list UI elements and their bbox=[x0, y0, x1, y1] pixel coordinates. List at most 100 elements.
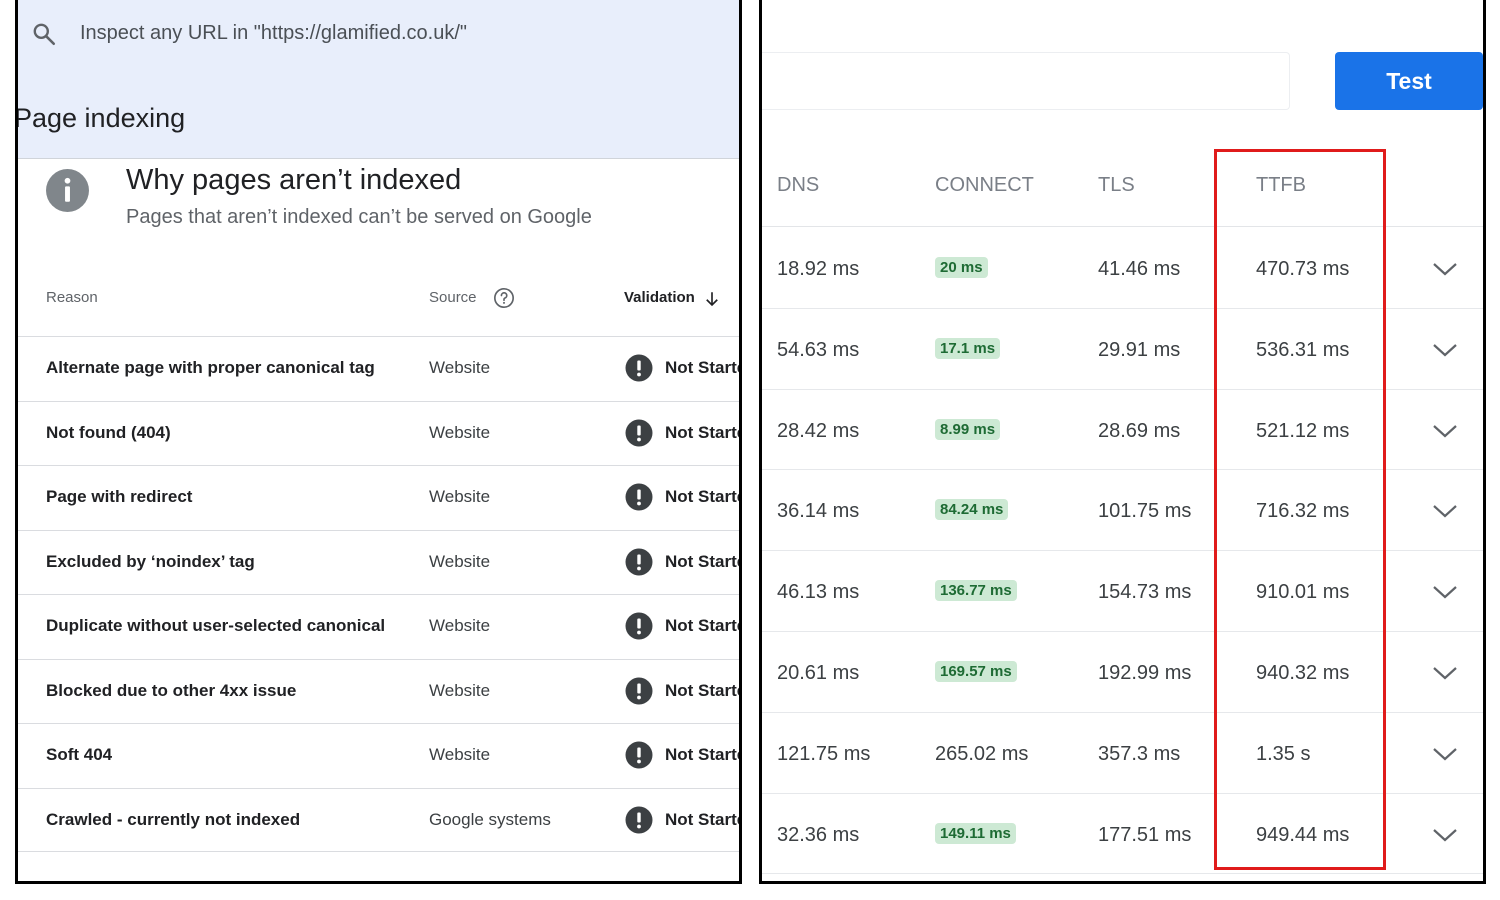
column-header-ttfb: TTFB bbox=[1256, 174, 1306, 196]
reason-cell: Soft 404 bbox=[46, 745, 113, 764]
column-header-validation[interactable]: Validation bbox=[624, 289, 695, 306]
dns-cell: 46.13 ms bbox=[777, 581, 860, 604]
table-row[interactable]: 46.13 ms 136.77 ms 154.73 ms 910.01 ms bbox=[762, 551, 1483, 632]
table-row[interactable]: 121.75 ms 265.02 ms 357.3 ms 1.35 s bbox=[762, 713, 1483, 794]
tls-cell: 101.75 ms bbox=[1098, 500, 1192, 523]
validation-status: Not Starte bbox=[665, 680, 742, 700]
chevron-down-icon[interactable] bbox=[1432, 664, 1458, 682]
chevron-down-icon[interactable] bbox=[1432, 826, 1458, 844]
dns-cell: 54.63 ms bbox=[777, 338, 860, 361]
alert-icon bbox=[625, 741, 653, 769]
chevron-down-icon[interactable] bbox=[1432, 341, 1458, 359]
table-row[interactable]: Blocked due to other 4xx issue Website N… bbox=[18, 658, 742, 724]
dns-cell: 28.42 ms bbox=[777, 419, 860, 442]
connect-cell: 17.1 ms bbox=[935, 337, 1001, 359]
section-title: Why pages aren’t indexed bbox=[126, 164, 462, 196]
chevron-down-icon[interactable] bbox=[1432, 583, 1458, 601]
source-cell: Website bbox=[429, 422, 491, 442]
validation-status: Not Starte bbox=[665, 551, 742, 571]
ttfb-cell: 536.31 ms bbox=[1256, 338, 1350, 361]
alert-icon bbox=[625, 548, 653, 575]
chevron-down-icon[interactable] bbox=[1432, 422, 1458, 440]
table-row[interactable]: Soft 404 Website Not Starte bbox=[18, 723, 739, 788]
info-icon bbox=[46, 169, 89, 212]
table-row[interactable]: 20.61 ms 169.57 ms 192.99 ms 940.32 ms bbox=[762, 632, 1483, 713]
table-row[interactable]: 18.92 ms 20 ms 41.46 ms 470.73 ms bbox=[762, 228, 1483, 309]
reason-cell: Crawled - currently not indexed bbox=[46, 809, 301, 829]
url-input[interactable] bbox=[762, 52, 1290, 110]
reason-cell: Not found (404) bbox=[46, 422, 171, 442]
table-row[interactable]: 36.14 ms 84.24 ms 101.75 ms 716.32 ms bbox=[762, 470, 1483, 552]
search-icon[interactable] bbox=[31, 21, 57, 47]
ttfb-cell: 716.32 ms bbox=[1256, 500, 1350, 523]
table-row[interactable]: Alternate page with proper canonical tag… bbox=[18, 336, 739, 401]
connect-cell: 84.24 ms bbox=[935, 499, 1009, 521]
reason-cell: Page with redirect bbox=[46, 487, 193, 506]
alert-icon bbox=[625, 612, 653, 640]
reason-cell: Blocked due to other 4xx issue bbox=[46, 680, 297, 700]
validation-status: Not Starte bbox=[665, 809, 742, 829]
header-divider bbox=[762, 226, 1483, 227]
validation-status: Not Starte bbox=[665, 616, 742, 635]
column-header-reason[interactable]: Reason bbox=[46, 289, 98, 306]
source-cell: Website bbox=[429, 551, 491, 571]
page-header: Page indexing bbox=[18, 66, 739, 159]
table-row[interactable]: 28.42 ms 8.99 ms 28.69 ms 521.12 ms bbox=[762, 390, 1483, 471]
ttfb-cell: 470.73 ms bbox=[1256, 258, 1350, 280]
table-row[interactable]: Not found (404) Website Not Starte bbox=[18, 400, 739, 466]
search-input[interactable]: Inspect any URL in "https://glamified.co… bbox=[80, 22, 467, 45]
table-row[interactable]: Page with redirect Website Not Starte bbox=[18, 465, 739, 530]
test-button[interactable]: Test bbox=[1335, 52, 1483, 110]
speed-test-panel: Test DNS CONNECT TLS TTFB 18.92 ms 20 ms 4… bbox=[759, 0, 1486, 884]
connect-cell: 169.57 ms bbox=[935, 660, 1017, 682]
source-cell: Website bbox=[429, 487, 491, 506]
reason-cell: Excluded by ‘noindex’ tag bbox=[46, 551, 255, 571]
validation-status: Not Starte bbox=[665, 358, 742, 377]
alert-icon bbox=[625, 677, 653, 704]
source-cell: Website bbox=[429, 358, 491, 377]
connect-cell: 20 ms bbox=[935, 257, 988, 278]
validation-status: Not Starte bbox=[665, 745, 742, 764]
table-row[interactable]: Crawled - currently not indexed Google s… bbox=[18, 787, 742, 852]
connect-cell: 136.77 ms bbox=[935, 580, 1017, 602]
reason-cell: Duplicate without user-selected canonica… bbox=[46, 616, 386, 635]
table-row[interactable]: Duplicate without user-selected canonica… bbox=[18, 594, 739, 659]
connect-cell: 265.02 ms bbox=[935, 742, 1029, 765]
dns-cell: 32.36 ms bbox=[777, 823, 860, 846]
table-row[interactable]: 32.36 ms 149.11 ms 177.51 ms 949.44 ms bbox=[762, 794, 1483, 875]
column-header-connect: CONNECT bbox=[935, 174, 1034, 196]
chevron-down-icon[interactable] bbox=[1432, 260, 1458, 278]
source-cell: Website bbox=[429, 616, 491, 635]
source-cell: Google systems bbox=[429, 809, 551, 829]
section-subtitle: Pages that aren’t indexed can’t be serve… bbox=[126, 206, 592, 228]
column-header-tls: TLS bbox=[1098, 174, 1135, 196]
page-title: Page indexing bbox=[15, 103, 186, 133]
dns-cell: 121.75 ms bbox=[777, 742, 871, 765]
ttfb-cell: 940.32 ms bbox=[1256, 661, 1350, 684]
ttfb-cell: 949.44 ms bbox=[1256, 823, 1350, 846]
alert-icon bbox=[625, 483, 653, 511]
url-inspection-bar[interactable]: Inspect any URL in "https://glamified.co… bbox=[18, 0, 739, 66]
sort-descending-icon[interactable] bbox=[703, 290, 721, 308]
table-row[interactable]: 54.63 ms 17.1 ms 29.91 ms 536.31 ms bbox=[762, 309, 1483, 390]
tls-cell: 28.69 ms bbox=[1098, 419, 1181, 442]
ttfb-cell: 910.01 ms bbox=[1256, 581, 1350, 604]
chevron-down-icon[interactable] bbox=[1432, 745, 1458, 763]
validation-status: Not Starte bbox=[665, 487, 742, 506]
dns-cell: 18.92 ms bbox=[777, 258, 860, 280]
dns-cell: 20.61 ms bbox=[777, 661, 860, 684]
column-header-source[interactable]: Source bbox=[429, 289, 477, 306]
column-header-dns: DNS bbox=[777, 174, 820, 196]
tls-cell: 192.99 ms bbox=[1098, 661, 1192, 684]
alert-icon bbox=[625, 354, 653, 382]
connect-cell: 8.99 ms bbox=[935, 418, 1001, 440]
table-row[interactable]: Excluded by ‘noindex’ tag Website Not St… bbox=[18, 529, 742, 595]
ttfb-cell: 1.35 s bbox=[1256, 742, 1311, 765]
timing-table: 18.92 ms 20 ms 41.46 ms 470.73 ms 54.63 ms 17… bbox=[762, 228, 1483, 875]
reason-cell: Alternate page with proper canonical tag bbox=[46, 358, 375, 377]
chevron-down-icon[interactable] bbox=[1432, 502, 1458, 520]
ttfb-cell: 521.12 ms bbox=[1256, 419, 1350, 442]
search-console-panel: Inspect any URL in "https://glamified.co… bbox=[15, 0, 742, 884]
tls-cell: 154.73 ms bbox=[1098, 581, 1192, 604]
help-icon[interactable] bbox=[493, 287, 515, 309]
